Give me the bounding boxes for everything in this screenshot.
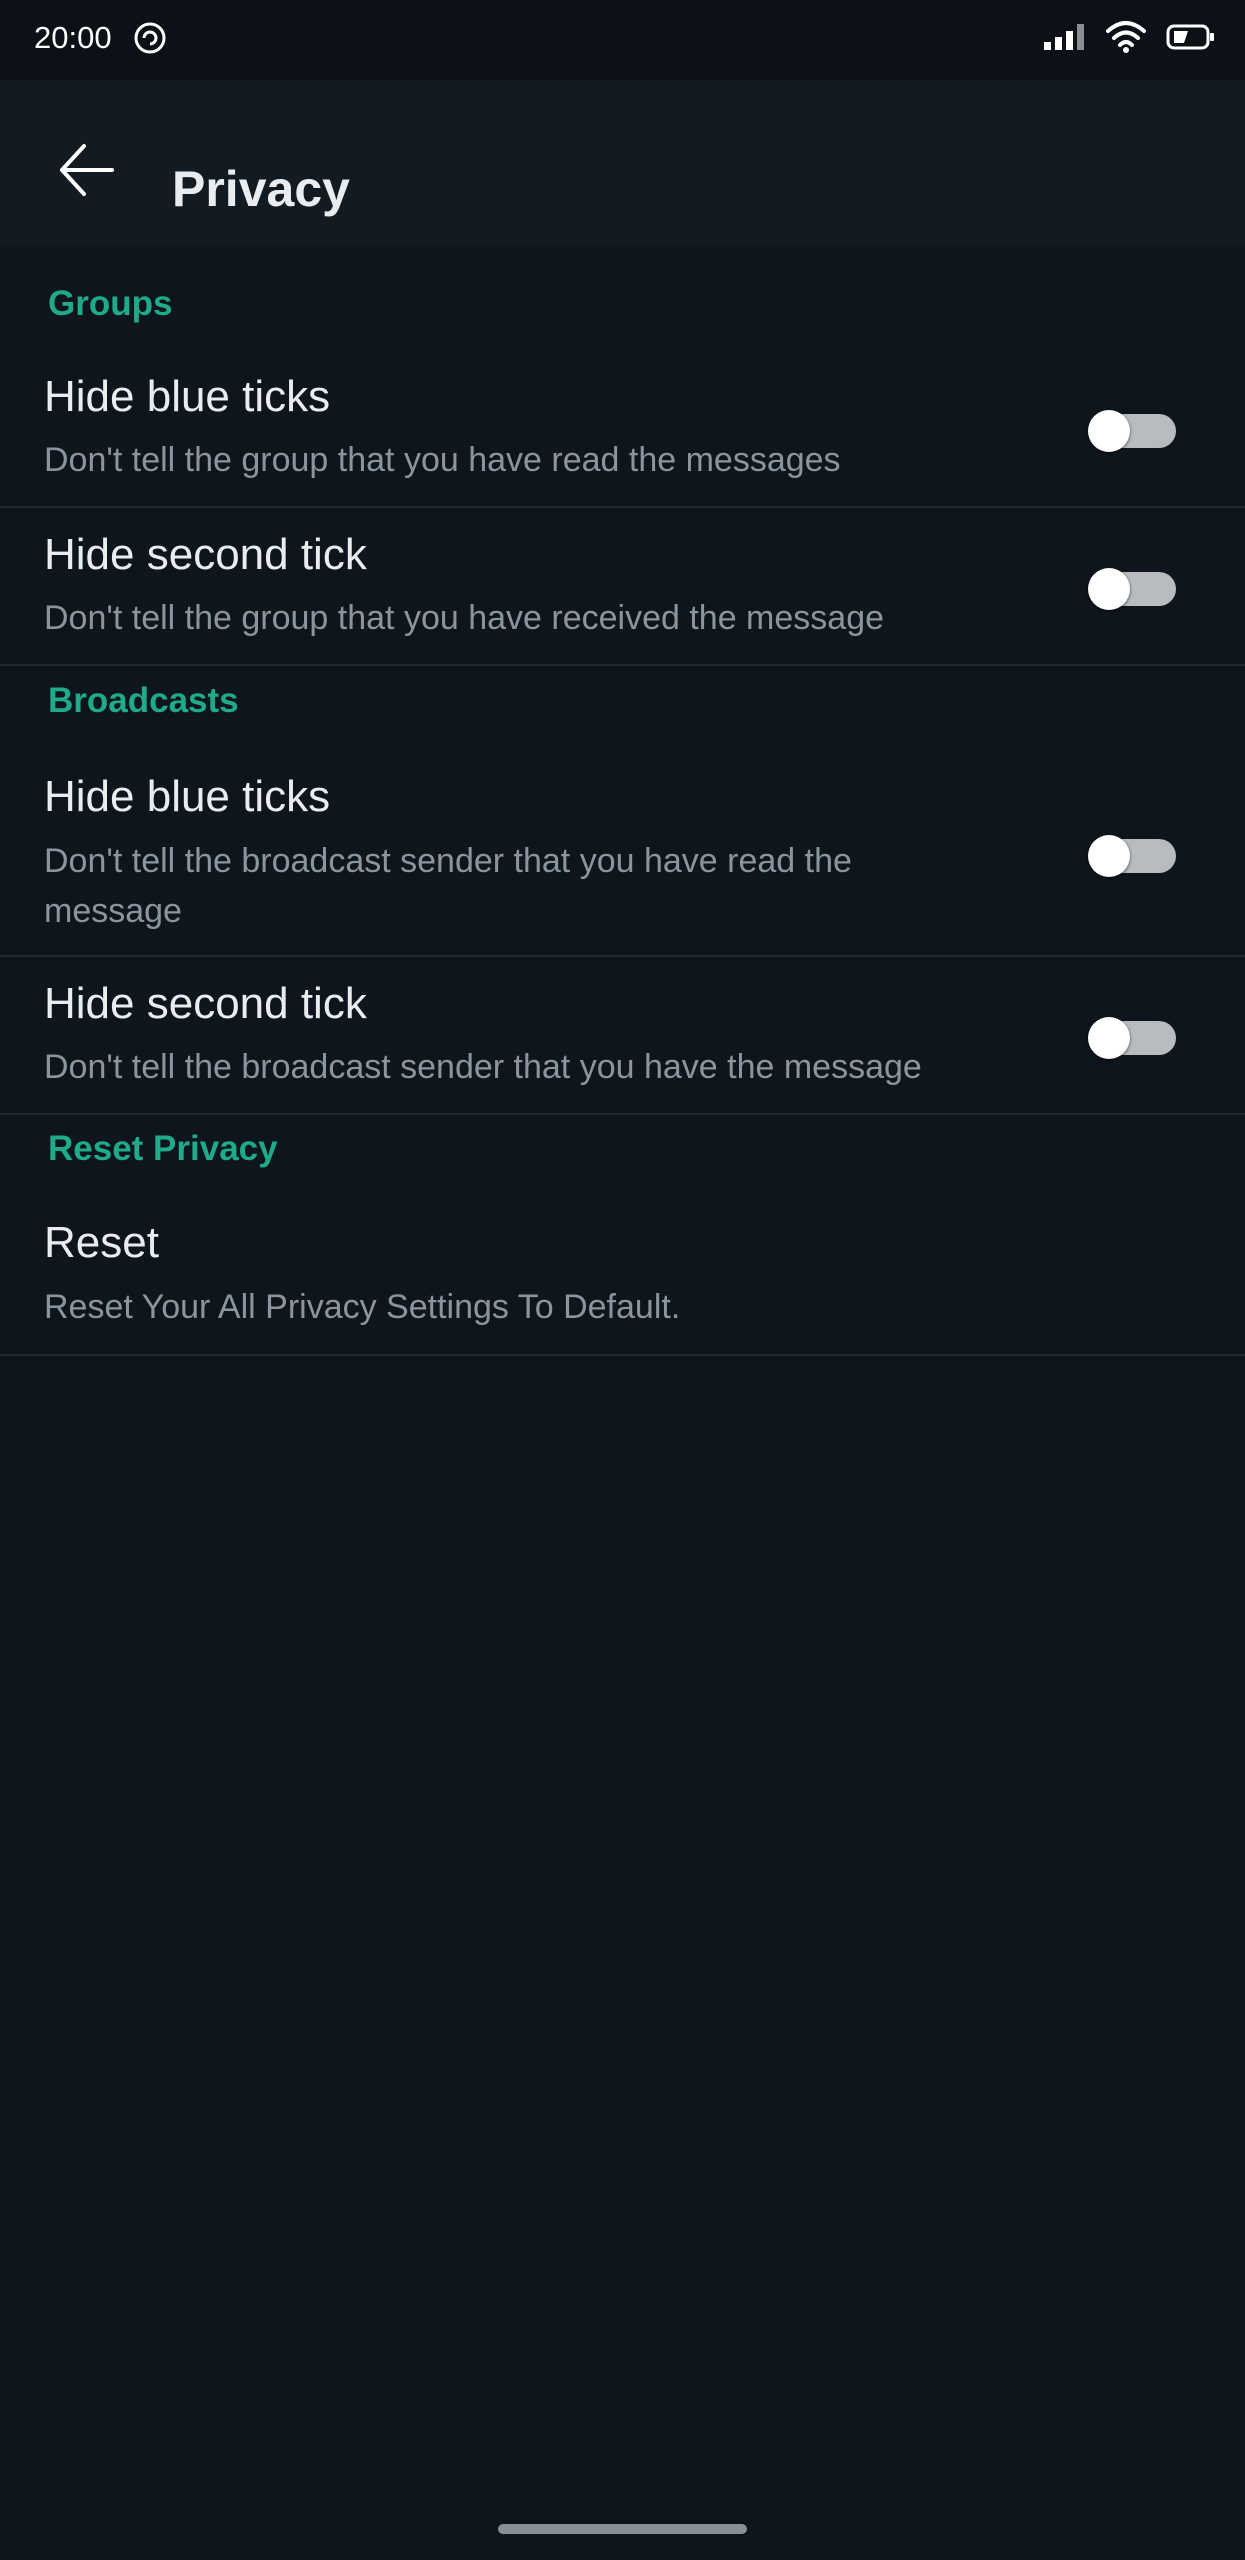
setting-reset[interactable]: Reset Reset Your All Privacy Settings To… [0,1196,1245,1356]
setting-title: Hide second tick [44,979,367,1028]
app-bar: Privacy [0,80,1245,245]
setting-description: Don't tell the group that you have recei… [44,599,885,637]
status-bar: 20:00 [0,0,1245,80]
toggle-thumb [1088,568,1130,610]
setting-title: Hide blue ticks [44,372,331,421]
toggle-thumb [1088,410,1130,452]
setting-groups-hide-second-tick[interactable]: Hide second tick Don't tell the group th… [0,508,1245,666]
toggle-thumb [1088,1017,1130,1059]
setting-description: Reset Your All Privacy Settings To Defau… [44,1288,681,1326]
toggle-thumb [1088,835,1130,877]
wifi-icon [1106,21,1146,53]
setting-description: Don't tell the group that you have read … [44,441,841,479]
setting-title: Reset [44,1218,159,1267]
setting-description: Don't tell the broadcast sender that you… [44,842,852,930]
setting-broadcasts-hide-second-tick[interactable]: Hide second tick Don't tell the broadcas… [0,957,1245,1115]
toggle-groups-hide-blue-ticks[interactable] [1088,410,1176,452]
toggle-groups-hide-second-tick[interactable] [1088,568,1176,610]
back-button[interactable] [46,130,126,210]
toggle-broadcasts-hide-second-tick[interactable] [1088,1017,1176,1059]
home-indicator[interactable] [498,2524,747,2534]
setting-title: Hide blue ticks [44,772,331,821]
section-header-broadcasts: Broadcasts [48,681,239,720]
section-header-reset-privacy: Reset Privacy [48,1129,278,1168]
sync-icon [134,22,166,54]
setting-title: Hide second tick [44,530,367,579]
battery-icon [1166,24,1214,50]
status-time: 20:00 [34,20,112,55]
page-title: Privacy [172,161,350,217]
signal-icon [1044,24,1084,50]
setting-groups-hide-blue-ticks[interactable]: Hide blue ticks Don't tell the group tha… [0,350,1245,508]
section-header-groups: Groups [48,284,173,323]
toggle-broadcasts-hide-blue-ticks[interactable] [1088,835,1176,877]
privacy-screen: 20:00 Privacy Groups Hide blue ticks Don… [0,0,1245,2560]
setting-broadcasts-hide-blue-ticks[interactable]: Hide blue ticks Don't tell the broadcast… [0,748,1245,957]
setting-description: Don't tell the broadcast sender that you… [44,1048,922,1086]
arrow-left-icon [60,144,114,196]
